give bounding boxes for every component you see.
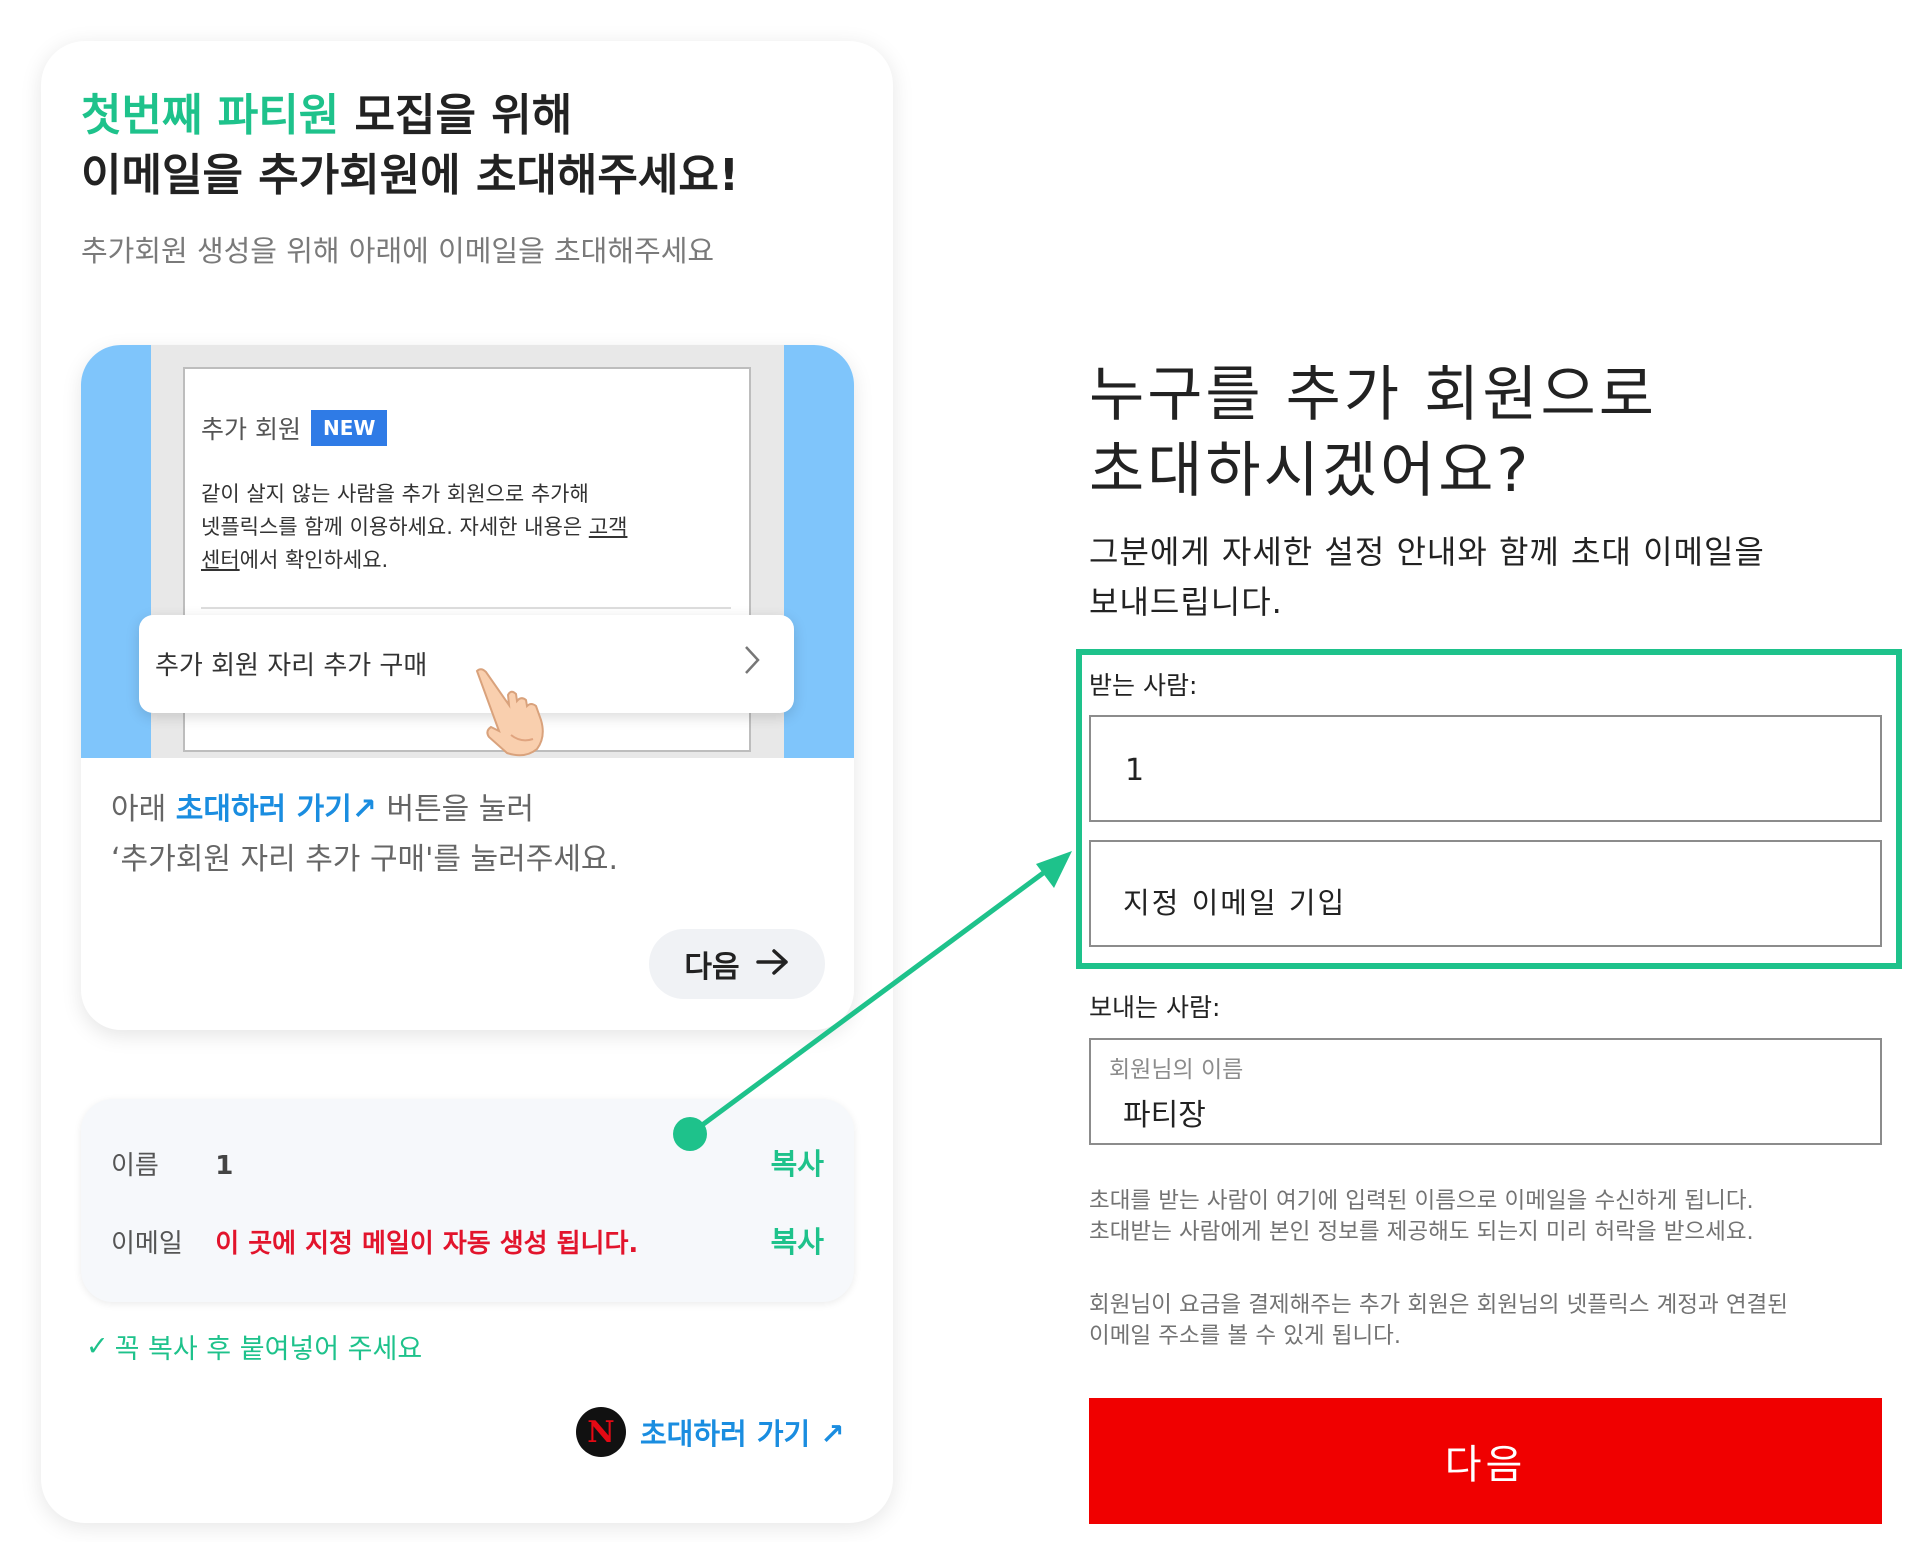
invite-form-subtitle: 그분에게 자세한 설정 안내와 함께 초대 이메일을 보내드립니다. — [1089, 527, 1809, 627]
recipient-name-value: 1 — [1125, 753, 1145, 788]
sender-label: 보내는 사람: — [1089, 993, 1221, 1022]
sender-name-floating-label: 회원님의 이름 — [1109, 1057, 1244, 1083]
notice-visibility: 회원님이 요금을 결제해주는 추가 회원은 회원님의 넷플릭스 계정과 연결된 … — [1089, 1290, 1889, 1352]
sender-name-field[interactable]: 회원님의 이름 파티장 — [1089, 1038, 1882, 1145]
notice-visibility-line2: 이메일 주소를 볼 수 있게 됩니다. — [1089, 1323, 1402, 1349]
invite-sub-line2: 보내드립니다. — [1089, 583, 1283, 621]
invite-title-line1: 누구를 추가 회원으로 — [1089, 360, 1657, 430]
recipient-email-field[interactable]: 지정 이메일 기입 — [1089, 840, 1882, 947]
notice-consent: 초대를 받는 사람이 여기에 입력된 이름으로 이메일을 수신하게 됩니다. 초… — [1089, 1186, 1889, 1248]
sender-name-value: 파티장 — [1123, 1098, 1206, 1133]
recipient-email-value: 지정 이메일 기입 — [1123, 886, 1347, 920]
notice-consent-line1: 초대를 받는 사람이 여기에 입력된 이름으로 이메일을 수신하게 됩니다. — [1089, 1188, 1754, 1214]
invite-form-title: 누구를 추가 회원으로 초대하시겠어요? — [1089, 357, 1657, 509]
invite-sub-line1: 그분에게 자세한 설정 안내와 함께 초대 이메일을 — [1089, 533, 1765, 571]
next-button[interactable]: 다음 — [1089, 1398, 1882, 1524]
recipient-label: 받는 사람: — [1089, 671, 1198, 700]
notice-visibility-line1: 회원님이 요금을 결제해주는 추가 회원은 회원님의 넷플릭스 계정과 연결된 — [1089, 1292, 1788, 1318]
invite-title-line2: 초대하시겠어요? — [1089, 436, 1532, 506]
notice-consent-line2: 초대받는 사람에게 본인 정보를 제공해도 되는지 미리 허락을 받으세요. — [1089, 1219, 1754, 1245]
recipient-name-field[interactable]: 1 — [1089, 715, 1882, 822]
